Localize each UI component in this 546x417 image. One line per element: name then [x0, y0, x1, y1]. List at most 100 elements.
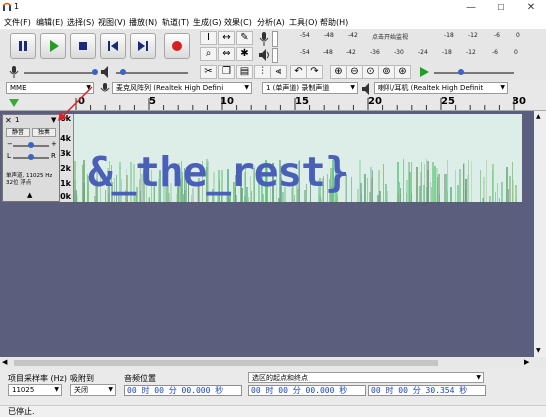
horizontal-scrollbar[interactable]: ◀ ▶: [0, 357, 546, 369]
skip-start-icon: [108, 41, 118, 51]
menu-view[interactable]: 视图(V): [98, 17, 126, 28]
fit-project-icon[interactable]: ⊚: [378, 65, 395, 79]
track-menu-icon[interactable]: ▼: [51, 116, 56, 124]
recording-device-value: 麦克风阵列 (Realtek High Defini: [116, 84, 224, 92]
pan-thumb[interactable]: [28, 154, 34, 160]
mute-button[interactable]: 静音: [6, 128, 30, 137]
trim-icon[interactable]: ⫶: [254, 65, 271, 79]
gain-minus: −: [7, 140, 13, 148]
record-button[interactable]: [164, 33, 190, 59]
host-select[interactable]: MME ▼: [6, 82, 94, 94]
meter-tick: -24: [418, 49, 428, 56]
channels-value: 1 (单声道) 录制声道: [266, 84, 330, 92]
copy-icon[interactable]: ❐: [218, 65, 235, 79]
meter-tick: -12: [466, 49, 476, 56]
menu-tracks[interactable]: 轨道(T): [162, 17, 189, 28]
channels-select[interactable]: 1 (单声道) 录制声道 ▼: [262, 82, 358, 94]
draw-tool-icon[interactable]: ✎: [236, 31, 253, 45]
scroll-right-icon[interactable]: ▶: [524, 358, 529, 366]
project-rate-value: 11025: [12, 386, 35, 394]
timeshift-tool-icon[interactable]: ⇔: [218, 47, 235, 61]
recording-device-select[interactable]: 麦克风阵列 (Realtek High Defini ▼: [112, 82, 252, 94]
menu-select[interactable]: 选择(S): [67, 17, 94, 28]
vertical-scrollbar[interactable]: ▲ ▼: [534, 111, 546, 357]
status-bar: 已停止.: [0, 405, 546, 417]
audio-position-field[interactable]: 00 时 00 分 00.000 秒: [124, 385, 242, 396]
fit-selection-icon[interactable]: ⊙: [362, 65, 379, 79]
silence-icon[interactable]: ⫷: [270, 65, 287, 79]
menu-transport[interactable]: 播放(N): [129, 17, 157, 28]
selection-tool-icon[interactable]: I: [200, 31, 217, 45]
chevron-down-icon: ▼: [108, 386, 113, 393]
play-at-speed-icon[interactable]: [418, 66, 430, 78]
menu-effect[interactable]: 效果(C): [224, 17, 252, 28]
track-control-panel: ✕ 1 ▼ 静音 独奏 − + L R 单声道, 11025 Hz 32位 浮点…: [2, 114, 60, 202]
menu-edit[interactable]: 编辑(E): [36, 17, 63, 28]
record-meter-prompt[interactable]: 点击开始监视: [372, 32, 408, 41]
undo-icon[interactable]: ↶: [290, 65, 307, 79]
menu-tools[interactable]: 工具(O): [289, 17, 318, 28]
selection-toolbar: 项目采样率 (Hz) 11025 ▼ 吸附到 关闭 ▼ 音频位置 00 时 00 分…: [0, 369, 546, 405]
recording-volume-slider[interactable]: [24, 72, 96, 74]
playback-device-select[interactable]: 喇叭/耳机 (Realtek High Definit ▼: [374, 82, 508, 94]
meter-tick: -30: [394, 49, 404, 56]
track-close-button[interactable]: ✕: [5, 116, 12, 125]
zoom-toggle-icon[interactable]: ⊛: [394, 65, 411, 79]
title-bar: 1 — ☐ ✕: [0, 0, 546, 15]
track-name[interactable]: 1: [15, 116, 19, 124]
close-button[interactable]: ✕: [516, 0, 546, 15]
horizontal-scroll-thumb[interactable]: [14, 360, 438, 366]
play-button[interactable]: [40, 33, 66, 59]
chevron-down-icon: ▼: [500, 84, 505, 91]
collapse-track-icon[interactable]: ▲: [27, 191, 32, 199]
audio-position-label: 音频位置: [124, 374, 156, 383]
meter-tick: -6: [492, 49, 498, 56]
playback-meter-level: [272, 48, 278, 63]
minimize-button[interactable]: —: [456, 0, 486, 15]
playback-volume-slider[interactable]: [116, 72, 188, 74]
project-rate-select[interactable]: 11025 ▼: [8, 384, 62, 396]
menu-analyze[interactable]: 分析(A): [257, 17, 285, 28]
play-speed-slider[interactable]: [434, 72, 514, 74]
spectrogram-view[interactable]: &_the_rest}: [74, 114, 522, 202]
meter-tick: -48: [324, 32, 334, 39]
maximize-button[interactable]: ☐: [486, 0, 516, 15]
scroll-up-icon[interactable]: ▲: [536, 113, 541, 120]
track-info: 单声道, 11025 Hz 32位 浮点: [6, 173, 53, 186]
play-icon: [50, 40, 59, 52]
cut-icon[interactable]: ✂: [200, 65, 217, 79]
zoom-in-icon[interactable]: ⊕: [330, 65, 347, 79]
selection-start-field[interactable]: 00 时 00 分 00.000 秒: [248, 385, 366, 396]
pause-button[interactable]: [10, 33, 36, 59]
menu-help[interactable]: 帮助(H): [320, 17, 348, 28]
solo-button[interactable]: 独奏: [32, 128, 56, 137]
redo-icon[interactable]: ↷: [306, 65, 323, 79]
meter-tick: -54: [300, 49, 310, 56]
ruler-label: 5: [149, 96, 156, 107]
envelope-tool-icon[interactable]: ↔: [218, 31, 235, 45]
device-toolbar: MME ▼ 麦克风阵列 (Realtek High Defini ▼ 1 (单声道)…: [0, 81, 546, 96]
ruler-label: 0: [78, 96, 85, 107]
multi-tool-icon[interactable]: ✱: [236, 47, 253, 61]
menu-file[interactable]: 文件(F): [4, 17, 31, 28]
paste-icon[interactable]: ▤: [236, 65, 253, 79]
play-speed-thumb[interactable]: [458, 69, 464, 75]
timeline-ruler[interactable]: 0 5 10 15 20 25 30: [0, 96, 546, 111]
scroll-left-icon[interactable]: ◀: [2, 358, 7, 366]
status-text: 已停止.: [8, 407, 35, 416]
scroll-down-icon[interactable]: ▼: [536, 347, 541, 354]
snap-select[interactable]: 关闭 ▼: [70, 384, 116, 396]
playback-volume-thumb[interactable]: [120, 69, 126, 75]
skip-to-start-button[interactable]: [100, 33, 126, 59]
gain-thumb[interactable]: [28, 142, 34, 148]
selection-end-field[interactable]: 00 时 00 分 30.354 秒: [368, 385, 486, 396]
zoom-tool-icon[interactable]: ⌕: [200, 47, 217, 61]
zoom-out-icon[interactable]: ⊖: [346, 65, 363, 79]
stop-button[interactable]: [70, 33, 96, 59]
menu-generate[interactable]: 生成(G): [193, 17, 221, 28]
ruler-label: 20: [368, 96, 382, 107]
scale-label: 1k: [60, 179, 71, 188]
recording-volume-thumb[interactable]: [92, 69, 98, 75]
selection-mode-select[interactable]: 选区的起点和终点 ▼: [248, 372, 484, 383]
skip-to-end-button[interactable]: [130, 33, 156, 59]
